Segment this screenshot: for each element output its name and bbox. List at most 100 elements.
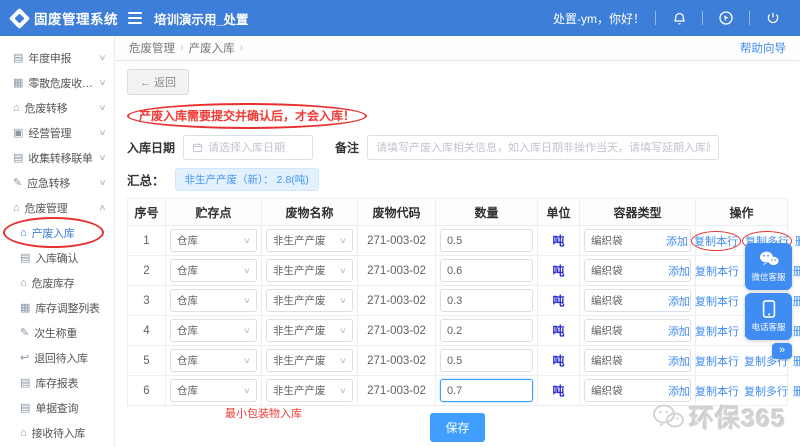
sidebar-item-7[interactable]: ⌂ 产废入库 <box>0 217 114 248</box>
table-row: 3 仓库∨ 非生产产废∨ 271-003-02 吨 编织袋∨ 添加复制本行复制多… <box>127 285 800 316</box>
sidebar-item-4[interactable]: ▤ 收集转移联单 ∨ <box>0 145 114 170</box>
min-pack-annotation: 最小包装物入库 <box>225 408 302 420</box>
content: ← 返回 产废入库需要提交并确认后，才会入库！ 入库日期 备注 <box>115 61 800 447</box>
breadcrumb-separator-icon: › <box>180 42 184 54</box>
table-row: 1 仓库∨ 非生产产废∨ 271-003-02 吨 编织袋∨ 添加复制本行复制多… <box>127 225 800 256</box>
waste-code: 271-003-02 <box>367 324 426 337</box>
storage-select[interactable]: 仓库 ∨ <box>170 349 257 372</box>
row-seq: 3 <box>143 294 150 307</box>
chevron-down-icon: ∨ <box>676 326 686 335</box>
action-link-3[interactable]: 删除 <box>793 383 800 399</box>
sidebar-item-3[interactable]: ▣ 经营管理 ∨ <box>0 120 114 145</box>
waste-name-select[interactable]: 非生产产废 ∨ <box>266 379 353 402</box>
help-guide-link[interactable]: 帮助向导 <box>740 40 786 56</box>
phone-service-button[interactable]: 电话客服 <box>745 293 792 340</box>
notice-row: 产废入库需要提交并确认后，才会入库！ <box>127 103 788 129</box>
row-seq: 2 <box>143 264 150 277</box>
wechat-service-button[interactable]: 微信客服 <box>745 243 792 290</box>
chevron-down-icon: ∨ <box>242 386 252 395</box>
sidebar-item-11[interactable]: ✎ 次生称重 <box>0 320 114 345</box>
sidebar-item-1[interactable]: ▦ 零散危废收集填报 ∨ <box>0 70 114 95</box>
action-link-1[interactable]: 复制本行 <box>695 293 739 309</box>
sidebar-item-13[interactable]: ▤ 库存报表 <box>0 370 114 395</box>
form-row: 入库日期 备注 <box>127 135 788 160</box>
red-circle-annotation: 产废入库需要提交并确认后，才会入库！ <box>127 103 368 129</box>
table-header-row: 序号 贮存点 废物名称 废物代码 数量 单位 容器类型 操作 <box>127 198 788 226</box>
unit-text: 吨 <box>552 354 565 368</box>
action-link-3[interactable]: 删除 <box>793 323 800 339</box>
bell-icon[interactable] <box>666 7 692 29</box>
quantity-input[interactable] <box>440 349 533 372</box>
storage-select[interactable]: 仓库 ∨ <box>170 259 257 282</box>
sidebar-item-5[interactable]: ✎ 应急转移 ∨ <box>0 170 114 195</box>
sidebar-item-0[interactable]: ▤ 年度申报 ∨ <box>0 45 114 70</box>
guide-icon[interactable] <box>713 7 739 29</box>
quantity-input[interactable] <box>440 259 533 282</box>
sidebar-item-9[interactable]: ⌂ 危废库存 <box>0 270 114 295</box>
action-link-2[interactable]: 复制多行 <box>744 383 788 399</box>
remark-input[interactable] <box>376 141 711 154</box>
storage-select[interactable]: 仓库 ∨ <box>170 319 257 342</box>
notice-text: 产废入库需要提交并确认后，才会入库！ <box>139 109 356 123</box>
sidebar-item-10[interactable]: ▦ 库存调整列表 <box>0 295 114 320</box>
hamburger-menu-icon[interactable] <box>128 12 142 24</box>
waste-name-select[interactable]: 非生产产废 ∨ <box>266 289 353 312</box>
date-picker[interactable] <box>183 135 314 160</box>
form-icon: ▦ <box>13 77 24 89</box>
sidebar-item-12[interactable]: ↩ 退回待入库 <box>0 345 114 370</box>
sidebar-item-14[interactable]: ▤ 单据查询 <box>0 395 114 420</box>
chevron-down-icon: ∨ <box>338 236 348 245</box>
sidebar-item-8[interactable]: ▤ 入库确认 <box>0 245 114 270</box>
action-link-3[interactable]: 删除 <box>793 353 800 369</box>
chevron-down-icon: ∨ <box>338 386 348 395</box>
action-link-1[interactable]: 复制本行 <box>695 353 739 369</box>
chevron-down-icon: ∨ <box>676 386 686 395</box>
sidebar-item-6[interactable]: ⌂ 危废管理 ∧ <box>0 195 114 220</box>
action-link-3[interactable]: 删除 <box>793 293 800 309</box>
logout-power-icon[interactable] <box>760 7 786 29</box>
action-link-1[interactable]: 复制本行 <box>695 323 739 339</box>
divider <box>655 11 656 25</box>
back-button[interactable]: ← 返回 <box>127 69 190 95</box>
sidebar-item-15[interactable]: ⌂ 接收待入库 <box>0 420 114 445</box>
action-link-1[interactable]: 复制本行 <box>695 263 739 279</box>
waste-code: 271-003-02 <box>367 234 426 247</box>
wechat-service-label: 微信客服 <box>751 272 786 282</box>
column-header: 废物名称 <box>261 198 358 226</box>
quantity-input[interactable] <box>440 289 533 312</box>
quantity-input[interactable] <box>440 379 533 402</box>
breadcrumb-separator-icon: › <box>239 42 244 54</box>
storage-select[interactable]: 仓库 ∨ <box>170 379 257 402</box>
action-link-1[interactable]: 复制本行 <box>691 230 741 251</box>
waste-name-select[interactable]: 非生产产废 ∨ <box>266 349 353 372</box>
waste-entry-table: 序号 贮存点 废物名称 废物代码 数量 单位 容器类型 操作 1 仓库 ∨ 非生产产废 ∨ 271… <box>127 198 800 406</box>
breadcrumb-item[interactable]: 危废管理 <box>129 40 175 56</box>
chevron-down-icon: ∨ <box>242 356 252 365</box>
action-link-1[interactable]: 复制本行 <box>695 383 739 399</box>
remark-label: 备注 <box>335 141 360 155</box>
save-button[interactable]: 保存 <box>430 413 485 442</box>
waste-name-select[interactable]: 非生产产废 ∨ <box>266 229 353 252</box>
waste-name-select[interactable]: 非生产产废 ∨ <box>266 319 353 342</box>
quantity-input[interactable] <box>440 229 533 252</box>
table-row: 5 仓库∨ 非生产产废∨ 271-003-02 吨 编织袋∨ 添加复制本行复制多… <box>127 345 800 376</box>
header-right: 处置-ym，你好！ <box>553 7 800 29</box>
date-label: 入库日期 <box>127 141 176 155</box>
action-link-3[interactable]: 删除 <box>795 233 800 249</box>
summary-label: 汇总： <box>127 174 165 188</box>
row-actions: 添加复制本行复制多行删除 <box>668 383 800 399</box>
return-icon: ↩ <box>20 352 30 364</box>
storage-select[interactable]: 仓库 ∨ <box>170 229 257 252</box>
action-link-3[interactable]: 删除 <box>793 263 800 279</box>
quantity-input[interactable] <box>440 319 533 342</box>
brand-logo-icon <box>8 7 31 29</box>
waste-name-select[interactable]: 非生产产废 ∨ <box>266 259 353 282</box>
breadcrumb-item[interactable]: 产废入库 <box>189 40 235 56</box>
sidebar-item-2[interactable]: ⌂ 危废转移 ∨ <box>0 95 114 120</box>
adjust-icon: ▦ <box>20 302 31 314</box>
expand-arrow-icon[interactable]: » <box>772 343 792 359</box>
storage-select[interactable]: 仓库 ∨ <box>170 289 257 312</box>
report2-icon: ▤ <box>20 377 31 389</box>
date-input[interactable] <box>208 141 305 154</box>
remark-field[interactable] <box>367 135 720 160</box>
